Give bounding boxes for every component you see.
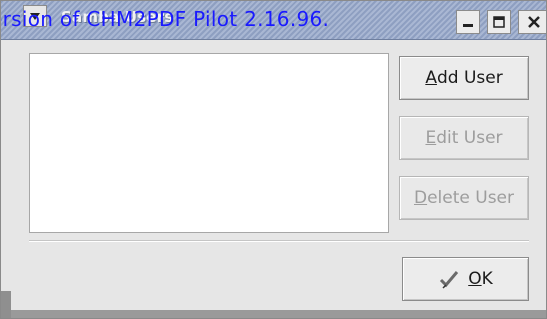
window-bottom-edge <box>1 310 546 318</box>
minimize-icon <box>463 24 473 27</box>
users-list[interactable] <box>29 53 389 233</box>
delete-user-mnemonic: D <box>413 188 428 208</box>
close-icon <box>527 16 540 28</box>
maximize-icon <box>493 16 505 28</box>
ok-rest: K <box>481 269 493 289</box>
window-bottom-left-corner <box>1 291 11 318</box>
samba-users-window: Samba Users ersion of CHM2PDF Pilot 2.16… <box>0 0 547 319</box>
ok-button[interactable]: OK <box>402 257 529 301</box>
edit-user-label: dit User <box>436 128 503 148</box>
title-bar[interactable]: Samba Users ersion of CHM2PDF Pilot 2.16… <box>1 1 546 40</box>
maximize-button[interactable] <box>487 10 511 34</box>
close-button[interactable] <box>518 10 546 34</box>
separator-line <box>29 240 529 242</box>
delete-user-label: elete User <box>427 188 514 208</box>
ok-label: OK <box>468 269 493 289</box>
checkmark-pencil-icon <box>440 271 459 289</box>
add-user-button[interactable]: Add User <box>399 56 529 100</box>
delete-user-button[interactable]: Delete User <box>399 176 529 220</box>
edit-user-button[interactable]: Edit User <box>399 116 529 160</box>
watermark-text: ersion of CHM2PDF Pilot 2.16.96. <box>0 7 330 31</box>
add-user-label: dd User <box>436 68 503 88</box>
ok-mnemonic: O <box>468 269 482 289</box>
minimize-button[interactable] <box>456 10 480 34</box>
add-user-mnemonic: A <box>425 68 437 88</box>
edit-user-mnemonic: E <box>425 128 437 148</box>
